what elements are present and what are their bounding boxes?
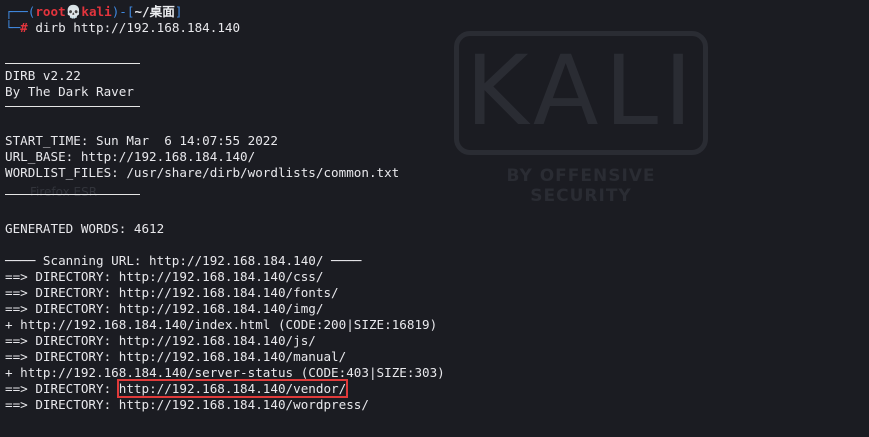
result-prefix: ==> DIRECTORY: [5, 333, 119, 348]
result-url: http://192.168.184.140/fonts/ [118, 285, 339, 300]
result-prefix: ==> DIRECTORY: [5, 285, 119, 300]
result-prefix: ==> DIRECTORY: [5, 301, 119, 316]
command-text: dirb http://192.168.184.140 [27, 20, 241, 35]
result-url: http://192.168.184.140/css/ [118, 269, 324, 284]
result-line: + http://192.168.184.140/index.html (COD… [5, 317, 445, 333]
kali-logo-text: KALI [465, 35, 699, 147]
result-prefix: + [5, 365, 21, 380]
terminal-output[interactable]: ┌──(root💀kali)-[~/桌面] └─# dirb http://19… [5, 4, 445, 413]
result-prefix: ==> DIRECTORY: [5, 397, 119, 412]
result-line: ==> DIRECTORY: http://192.168.184.140/ma… [5, 349, 445, 365]
result-line: ==> DIRECTORY: http://192.168.184.140/ve… [5, 379, 445, 398]
prompt-path-open: )-[ [111, 4, 135, 19]
result-line: ==> DIRECTORY: http://192.168.184.140/im… [5, 301, 445, 317]
prompt-host: kali [81, 4, 112, 19]
kali-logo-tagline: BY OFFENSIVE SECURITY [506, 166, 656, 206]
result-line: ==> DIRECTORY: http://192.168.184.140/wo… [5, 397, 445, 413]
result-url: http://192.168.184.140/js/ [118, 333, 316, 348]
result-prefix: ==> DIRECTORY: [5, 381, 119, 396]
result-line: ==> DIRECTORY: http://192.168.184.140/fo… [5, 285, 445, 301]
result-line: ==> DIRECTORY: http://192.168.184.140/js… [5, 333, 445, 349]
separator-rule [5, 63, 140, 64]
start-time: START_TIME: Sun Mar 6 14:07:55 2022 [5, 133, 278, 148]
prompt-line-1: ┌──(root💀kali)-[~/桌面] [5, 4, 445, 20]
highlighted-result-url: http://192.168.184.140/vendor/ [116, 379, 349, 398]
generated-words: GENERATED WORDS: 4612 [5, 221, 165, 236]
prompt-user: root [35, 4, 66, 19]
result-prefix: + [5, 317, 21, 332]
result-prefix: ==> DIRECTORY: [5, 269, 119, 284]
dirb-author: By The Dark Raver [5, 84, 134, 99]
result-prefix: ==> DIRECTORY: [5, 349, 119, 364]
prompt-hash: # [20, 20, 28, 35]
skull-icon: 💀 [65, 4, 82, 19]
prompt-path-close: ] [174, 4, 183, 19]
scan-header: ──── Scanning URL: http://192.168.184.14… [5, 253, 362, 268]
url-base: URL_BASE: http://192.168.184.140/ [5, 149, 256, 164]
result-url: http://192.168.184.140/manual/ [118, 349, 347, 364]
result-line: ==> DIRECTORY: http://192.168.184.140/cs… [5, 269, 445, 285]
prompt-line-2: └─# dirb http://192.168.184.140 [5, 20, 445, 36]
results-list: ==> DIRECTORY: http://192.168.184.140/cs… [5, 269, 445, 413]
prompt-corner-bottom: └─ [5, 20, 21, 35]
result-url: http://192.168.184.140/server-status (CO… [20, 365, 445, 380]
prompt-corner-top: ┌──( [5, 4, 36, 19]
dirb-version: DIRB v2.22 [5, 68, 81, 83]
result-url: http://192.168.184.140/img/ [118, 301, 324, 316]
result-line: + http://192.168.184.140/server-status (… [5, 365, 445, 381]
result-url: http://192.168.184.140/wordpress/ [118, 397, 369, 412]
wordlist-files: WORDLIST_FILES: /usr/share/dirb/wordlist… [5, 165, 400, 180]
result-url: http://192.168.184.140/index.html (CODE:… [20, 317, 438, 332]
prompt-path: ~/桌面 [134, 4, 175, 19]
